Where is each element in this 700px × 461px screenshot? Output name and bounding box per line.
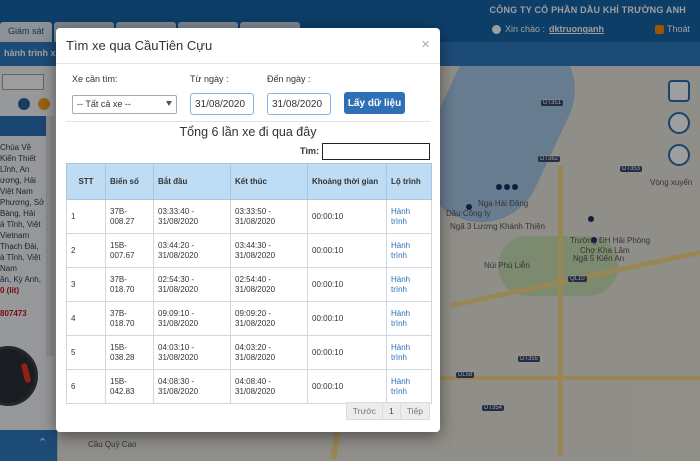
cell-stt: 4 [66, 301, 106, 336]
cell-duration: 00:00:10 [307, 369, 387, 404]
route-link[interactable]: Hành trình [386, 301, 432, 336]
page-1-button[interactable]: 1 [382, 402, 401, 420]
next-page-button[interactable]: Tiếp [399, 402, 430, 420]
cell-stt: 3 [66, 267, 106, 302]
fetch-data-button[interactable]: Lấy dữ liệu [344, 92, 405, 114]
cell-start: 03:33:40 - 31/08/2020 [153, 199, 231, 234]
route-link[interactable]: Hành trình [386, 233, 432, 268]
cell-plate: 15B-042.83 [105, 369, 154, 404]
vehicle-select-value: -- Tất cả xe -- [77, 99, 131, 109]
route-link[interactable]: Hành trình [386, 335, 432, 370]
column-header-stt[interactable]: STT [66, 163, 106, 200]
find-vehicle-dialog: Tìm xe qua CầuTiên Cựu × Xe cần tìm: -- … [56, 28, 440, 432]
from-date-input[interactable] [190, 93, 254, 115]
table-row: 4 37B-018.70 09:09:10 - 31/08/2020 09:09… [66, 301, 432, 336]
column-header-end[interactable]: Kết thúc [230, 163, 308, 200]
cell-end: 03:33:50 - 31/08/2020 [230, 199, 308, 234]
cell-end: 04:03:20 - 31/08/2020 [230, 335, 308, 370]
cell-plate: 37B-008.27 [105, 199, 154, 234]
cell-duration: 00:00:10 [307, 267, 387, 302]
dialog-header: Tìm xe qua CầuTiên Cựu × [56, 28, 440, 64]
cell-stt: 5 [66, 335, 106, 370]
cell-stt: 1 [66, 199, 106, 234]
cell-start: 04:03:10 - 31/08/2020 [153, 335, 231, 370]
cell-end: 02:54:40 - 31/08/2020 [230, 267, 308, 302]
column-header-plate[interactable]: Biển số [105, 163, 154, 200]
table-row: 2 15B-007.67 03:44:20 - 31/08/2020 03:44… [66, 233, 432, 268]
from-date-label: Từ ngày : [190, 74, 229, 84]
route-link[interactable]: Hành trình [386, 199, 432, 234]
cell-start: 02:54:30 - 31/08/2020 [153, 267, 231, 302]
cell-plate: 15B-007.67 [105, 233, 154, 268]
results-table: STT Biển số Bắt đầu Kết thúc Khoảng thời… [66, 163, 432, 404]
table-row: 1 37B-008.27 03:33:40 - 31/08/2020 03:33… [66, 199, 432, 234]
chevron-down-icon [166, 101, 172, 106]
table-header-row: STT Biển số Bắt đầu Kết thúc Khoảng thời… [66, 163, 432, 200]
cell-start: 09:09:10 - 31/08/2020 [153, 301, 231, 336]
cell-end: 04:08:40 - 31/08/2020 [230, 369, 308, 404]
cell-duration: 00:00:10 [307, 233, 387, 268]
column-header-duration[interactable]: Khoảng thời gian [307, 163, 387, 200]
pagination: Trước 1 Tiếp [345, 402, 430, 420]
cell-stt: 2 [66, 233, 106, 268]
cell-duration: 00:00:10 [307, 335, 387, 370]
cell-plate: 15B-038.28 [105, 335, 154, 370]
result-summary: Tổng 6 lần xe đi qua đây [179, 125, 317, 139]
route-link[interactable]: Hành trình [386, 267, 432, 302]
table-row: 5 15B-038.28 04:03:10 - 31/08/2020 04:03… [66, 335, 432, 370]
cell-duration: 00:00:10 [307, 301, 387, 336]
prev-page-button[interactable]: Trước [345, 402, 384, 420]
table-row: 3 37B-018.70 02:54:30 - 31/08/2020 02:54… [66, 267, 432, 302]
column-header-start[interactable]: Bắt đầu [153, 163, 231, 200]
cell-duration: 00:00:10 [307, 199, 387, 234]
cell-end: 09:09:20 - 31/08/2020 [230, 301, 308, 336]
route-link[interactable]: Hành trình [386, 369, 432, 404]
vehicle-label: Xe cần tìm: [72, 74, 118, 84]
to-date-label: Đến ngày : [267, 74, 311, 84]
cell-plate: 37B-018.70 [105, 301, 154, 336]
dialog-title: Tìm xe qua CầuTiên Cựu [66, 38, 213, 53]
table-row: 6 15B-042.83 04:08:30 - 31/08/2020 04:08… [66, 369, 432, 404]
to-date-input[interactable] [267, 93, 331, 115]
cell-start: 03:44:20 - 31/08/2020 [153, 233, 231, 268]
cell-end: 03:44:30 - 31/08/2020 [230, 233, 308, 268]
vehicle-select[interactable]: -- Tất cả xe -- [72, 95, 177, 114]
column-header-route[interactable]: Lộ trình [386, 163, 432, 200]
cell-start: 04:08:30 - 31/08/2020 [153, 369, 231, 404]
cell-plate: 37B-018.70 [105, 267, 154, 302]
search-label: Tìm: [300, 146, 319, 156]
search-input[interactable] [322, 143, 430, 160]
close-icon[interactable]: × [421, 36, 430, 53]
cell-stt: 6 [66, 369, 106, 404]
divider [66, 121, 430, 122]
